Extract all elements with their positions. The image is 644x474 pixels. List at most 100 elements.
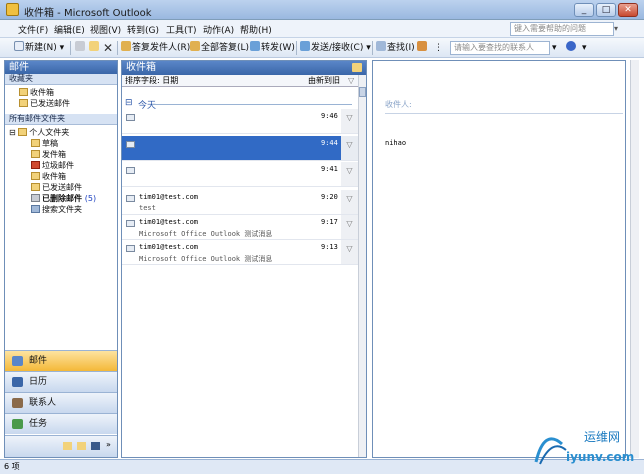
help-button[interactable] [566, 41, 577, 55]
notes-icon[interactable] [77, 442, 86, 450]
toolbar-grip: ⋮ [434, 43, 443, 53]
menu-help[interactable]: 帮助(H) [240, 23, 272, 36]
favorite-inbox[interactable]: 收件箱 [19, 88, 54, 98]
sort-chevron-icon[interactable]: ▽ [348, 75, 354, 86]
row-subject: Microsoft Office Outlook 测试消息 [139, 255, 273, 263]
help-search-input[interactable]: 键入需要帮助的问题 [510, 22, 614, 36]
watermark-text: 运维网 [584, 430, 621, 444]
menu-file[interactable]: 文件(F) [18, 23, 48, 36]
nav-button-contacts[interactable]: 联系人 [5, 392, 117, 413]
folder-list-icon[interactable] [63, 442, 72, 450]
find-button[interactable]: 查找(I) [376, 41, 415, 55]
sort-order-label[interactable]: 由新到旧 [308, 75, 340, 86]
folder-junk-label: 垃圾邮件 [42, 161, 74, 170]
reply-button-label: 答复发件人(R) [132, 43, 191, 53]
message-row[interactable]: 9:46 ▽ [122, 109, 358, 134]
delete-button[interactable]: ✕ [103, 41, 113, 55]
message-body[interactable]: nihao [385, 139, 406, 147]
address-book-button[interactable] [417, 41, 428, 55]
menu-tools[interactable]: 工具(T) [166, 23, 197, 36]
nav-button-tasks-label: 任务 [29, 419, 48, 429]
menu-edit[interactable]: 编辑(E) [54, 23, 85, 36]
favorites-header[interactable]: 收藏夹 [5, 74, 117, 85]
menu-actions[interactable]: 动作(A) [203, 23, 234, 36]
unread-count-badge: (5) [84, 194, 97, 203]
row-time: 9:41 [321, 165, 338, 173]
toolbar-options-icon[interactable]: ▾ [582, 41, 587, 55]
nav-button-mail-label: 邮件 [29, 356, 48, 366]
maximize-button[interactable]: □ [596, 3, 616, 17]
flag-icon[interactable]: ▽ [341, 215, 358, 239]
sort-bar[interactable]: 排序字段: 日期 由新到旧 ▽ [122, 75, 358, 87]
close-button[interactable]: ✕ [618, 3, 638, 17]
header-divider [385, 113, 623, 114]
sent-folder-icon [19, 99, 28, 107]
flag-icon[interactable]: ▽ [341, 190, 358, 214]
reply-all-button[interactable]: 全部答复(L) [190, 41, 249, 55]
contacts-icon [12, 398, 23, 408]
move-button[interactable] [89, 41, 100, 55]
deleted-items-icon [31, 194, 40, 202]
list-scrollbar[interactable] [358, 75, 366, 457]
group-collapse-icon[interactable]: ⊟ [125, 98, 133, 108]
minimize-button[interactable]: _ [574, 3, 594, 17]
folder-deleted[interactable]: 已删除邮件 (5) [31, 194, 96, 204]
shortcuts-icon[interactable] [91, 442, 100, 450]
menu-view[interactable]: 视图(V) [90, 23, 121, 36]
scrollbar-thumb[interactable] [359, 87, 366, 97]
all-folders-header[interactable]: 所有邮件文件夹 [5, 114, 117, 125]
row-time: 9:44 [321, 139, 338, 147]
new-button-label: 新建(N) [25, 43, 57, 53]
sort-field-label[interactable]: 排序字段: 日期 [125, 75, 178, 86]
configure-buttons-icon[interactable]: » [106, 440, 111, 449]
menu-goto[interactable]: 转到(G) [127, 23, 159, 36]
toolbar-separator [117, 41, 118, 55]
standard-toolbar: 新建(N) ▾ ✕ 答复发件人(R) 全部答复(L) 转发(W) 发送/接收(C… [0, 38, 644, 58]
row-from: tim01@test.com [139, 218, 199, 226]
new-button[interactable]: 新建(N) ▾ [14, 41, 64, 55]
folder-outbox[interactable]: 发件箱 [31, 150, 66, 160]
flag-icon[interactable]: ▽ [341, 162, 358, 186]
folder-search-label: 搜索文件夹 [42, 205, 82, 214]
flag-icon[interactable]: ▽ [341, 136, 358, 160]
folder-sent[interactable]: 已发送邮件 [31, 183, 82, 193]
nav-pane-title: 邮件 [5, 61, 117, 74]
search-folder-icon [31, 205, 40, 213]
personal-folders[interactable]: ⊟ 个人文件夹 [9, 128, 69, 138]
outbox-icon [31, 150, 40, 158]
message-row-selected[interactable]: 9:44 ▽ [122, 136, 358, 161]
collapse-icon[interactable]: ⊟ [9, 128, 16, 137]
message-row[interactable]: tim01@test.com test 9:20 ▽ [122, 190, 358, 215]
list-title: 收件箱 [122, 61, 366, 75]
row-time: 9:46 [321, 112, 338, 120]
flag-icon[interactable]: ▽ [341, 240, 358, 264]
new-mail-icon [14, 41, 24, 51]
favorite-sent[interactable]: 已发送邮件 [19, 99, 70, 109]
send-receive-label: 发送/接收(C) [311, 43, 364, 53]
print-button[interactable] [75, 41, 86, 55]
find-button-label: 查找(I) [387, 43, 415, 53]
message-row[interactable]: 9:41 ▽ [122, 162, 358, 187]
contact-search-input[interactable]: 请输入要查找的联系人 [450, 41, 550, 55]
reading-scrollbar[interactable] [630, 60, 639, 458]
chevron-down-icon[interactable]: ▾ [614, 22, 624, 36]
nav-button-tasks[interactable]: 任务 [5, 413, 117, 434]
folder-inbox[interactable]: 收件箱 [31, 172, 66, 182]
nav-button-mail[interactable]: 邮件 [5, 350, 117, 371]
send-receive-button[interactable]: 发送/接收(C) ▾ [300, 41, 371, 55]
flag-icon[interactable]: ▽ [341, 109, 358, 133]
personal-folders-label: 个人文件夹 [29, 128, 70, 137]
help-icon [566, 41, 576, 51]
reply-button[interactable]: 答复发件人(R) [121, 41, 190, 55]
nav-button-calendar[interactable]: 日历 [5, 371, 117, 392]
toolbar-separator [70, 41, 71, 55]
message-row[interactable]: tim01@test.com Microsoft Office Outlook 测… [122, 240, 358, 265]
row-subject: Microsoft Office Outlook 测试消息 [139, 230, 273, 238]
message-row[interactable]: tim01@test.com Microsoft Office Outlook 测… [122, 215, 358, 240]
folder-search[interactable]: 搜索文件夹 [31, 205, 82, 215]
delete-icon: ✕ [103, 41, 114, 55]
folder-drafts[interactable]: 草稿 [31, 139, 58, 149]
forward-button[interactable]: 转发(W) [250, 41, 295, 55]
contact-search-dropdown[interactable]: ▾ [552, 41, 557, 55]
folder-junk[interactable]: 垃圾邮件 [31, 161, 74, 171]
